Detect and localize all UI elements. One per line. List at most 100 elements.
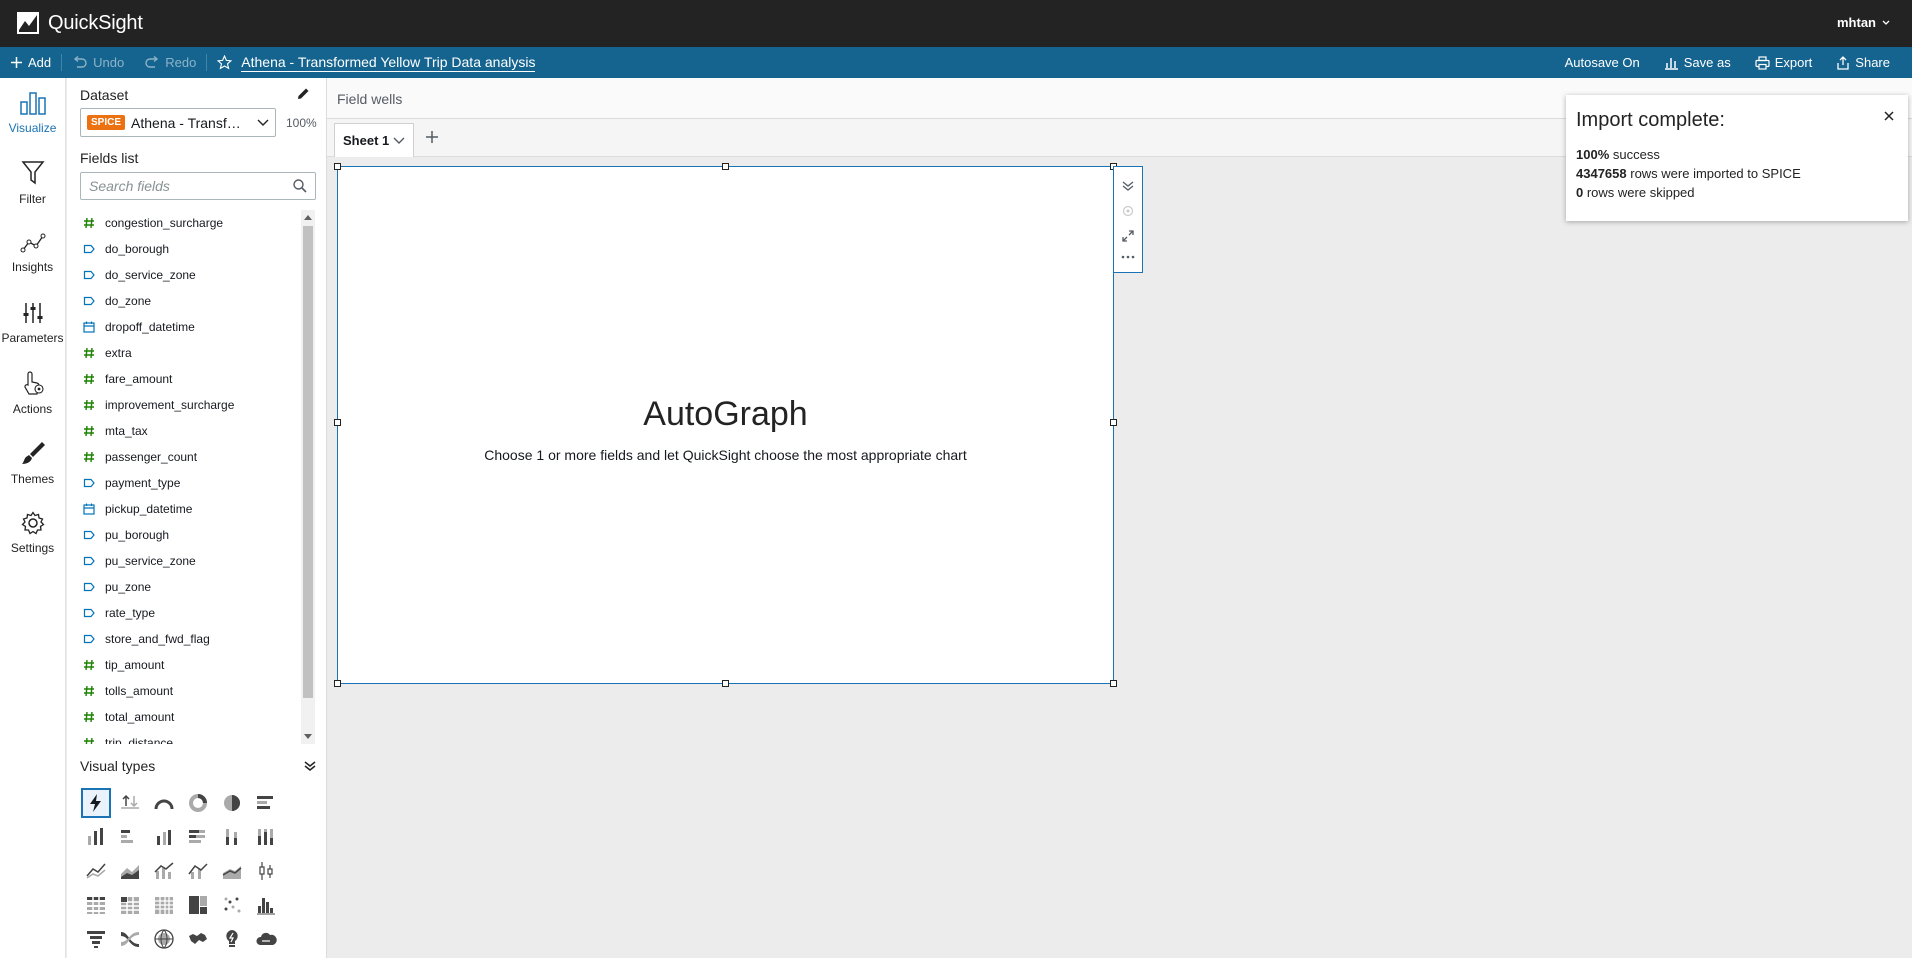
field-item[interactable]: passenger_count [80,444,303,470]
scroll-thumb[interactable] [303,226,313,698]
field-item[interactable]: total_amount [80,704,303,730]
field-item[interactable]: congestion_surcharge [80,210,303,236]
scroll-up-arrow[interactable] [304,214,312,220]
field-item[interactable]: do_service_zone [80,262,303,288]
visual-type-insight[interactable] [215,922,249,956]
visual-type-sankey[interactable] [113,922,147,956]
redo-button[interactable]: Redo [134,47,206,78]
quicksight-logo[interactable]: QuickSight [16,11,143,35]
visual-type-pie[interactable] [215,786,249,820]
pencil-icon[interactable] [295,86,311,102]
visual-type-box-plot[interactable] [249,854,283,888]
visual-type-percent-column[interactable] [249,820,283,854]
fields-scrollbar[interactable] [301,210,315,744]
visual-type-stacked-area[interactable] [215,854,249,888]
resize-handle[interactable] [334,419,341,426]
visual-type-tree-map[interactable] [181,888,215,922]
double-chevron-down-icon[interactable] [304,760,316,772]
resize-handle[interactable] [334,680,341,687]
collapse-icon[interactable] [1121,180,1135,192]
rail-item-filter[interactable]: Filter [0,148,65,218]
more-options-icon[interactable] [1121,255,1135,259]
visual-type-clustered-bar[interactable] [113,820,147,854]
scroll-down-arrow[interactable] [304,734,312,740]
visual-type-heat-map[interactable] [113,888,147,922]
field-item[interactable]: pu_zone [80,574,303,600]
kpi-icon [121,794,139,809]
field-item[interactable]: extra [80,340,303,366]
favorite-button[interactable]: Athena - Transformed Yellow Trip Data an… [207,47,545,78]
chevron-down-icon[interactable] [393,137,405,145]
analysis-title[interactable]: Athena - Transformed Yellow Trip Data an… [241,54,536,72]
settings-icon [20,511,45,535]
rail-item-visualize[interactable]: Visualize [0,78,65,148]
visual-type-line[interactable] [79,854,113,888]
visual-type-horizontal-bar[interactable] [249,786,283,820]
save-as-button[interactable]: Save as [1652,47,1743,78]
rail-item-themes[interactable]: Themes [0,428,65,498]
dataset-dropdown[interactable]: SPICE Athena - Transf… [80,108,276,137]
visual-type-kpi[interactable] [113,786,147,820]
visual-type-clustered-column[interactable] [147,820,181,854]
visual-type-stacked-bar[interactable] [181,820,215,854]
add-sheet-icon[interactable] [424,129,440,145]
rail-label: Settings [10,541,55,555]
field-item[interactable]: fare_amount [80,366,303,392]
tab-sheet-1[interactable]: Sheet 1 [334,123,414,157]
resize-handle[interactable] [1110,680,1117,687]
field-item[interactable]: store_and_fwd_flag [80,626,303,652]
visual-type-autograph[interactable] [81,788,111,818]
field-item[interactable]: do_borough [80,236,303,262]
close-icon[interactable] [1884,111,1894,121]
expand-icon[interactable] [1122,230,1134,242]
visual-type-word-cloud[interactable] [249,922,283,956]
measure-icon [83,659,95,671]
search-fields-input[interactable] [89,178,293,194]
field-item[interactable]: trip_distance [80,730,303,744]
visual-type-area[interactable] [113,854,147,888]
visual-type-donut[interactable] [181,786,215,820]
field-item[interactable]: do_zone [80,288,303,314]
user-menu[interactable]: mhtan [1837,15,1890,30]
resize-handle[interactable] [1110,419,1117,426]
field-item[interactable]: pu_borough [80,522,303,548]
left-nav-rail: Visualize Filter Insights Parameters Act… [0,78,66,958]
field-item[interactable]: mta_tax [80,418,303,444]
visual-type-filled-map[interactable] [181,922,215,956]
visual-type-stacked-column[interactable] [215,820,249,854]
visual-type-table[interactable] [147,888,181,922]
visual-type-funnel[interactable] [79,922,113,956]
visual-type-gauge[interactable] [147,786,181,820]
stacked-area-icon [222,866,242,879]
field-item[interactable]: improvement_surcharge [80,392,303,418]
export-button[interactable]: Export [1743,47,1825,78]
rail-item-insights[interactable]: Insights [0,218,65,288]
visual-type-vertical-bar[interactable] [79,820,113,854]
add-button[interactable]: Add [0,47,61,78]
visual-type-combo-bar-line[interactable] [147,854,181,888]
rail-item-parameters[interactable]: Parameters [0,288,65,358]
undo-button[interactable]: Undo [62,47,134,78]
visual-type-histogram[interactable] [249,888,283,922]
autosave-toggle[interactable]: Autosave On [1553,47,1652,78]
resize-handle[interactable] [334,163,341,170]
focus-icon[interactable] [1122,205,1134,217]
rail-item-settings[interactable]: Settings [0,498,65,568]
resize-handle[interactable] [722,163,729,170]
share-button[interactable]: Share [1824,47,1902,78]
field-item[interactable]: pu_service_zone [80,548,303,574]
resize-handle[interactable] [722,680,729,687]
autograph-visual[interactable]: AutoGraph Choose 1 or more fields and le… [334,163,1117,687]
field-item[interactable]: rate_type [80,600,303,626]
field-item[interactable]: dropoff_datetime [80,314,303,340]
visual-type-scatter-plot[interactable] [215,888,249,922]
rail-item-actions[interactable]: Actions [0,358,65,428]
visual-type-pivot-table[interactable] [79,888,113,922]
field-item[interactable]: pickup_datetime [80,496,303,522]
field-item[interactable]: payment_type [80,470,303,496]
visual-type-combo-clustered-line[interactable] [181,854,215,888]
search-icon[interactable] [293,179,307,193]
visual-type-map[interactable] [147,922,181,956]
field-item[interactable]: tip_amount [80,652,303,678]
field-item[interactable]: tolls_amount [80,678,303,704]
